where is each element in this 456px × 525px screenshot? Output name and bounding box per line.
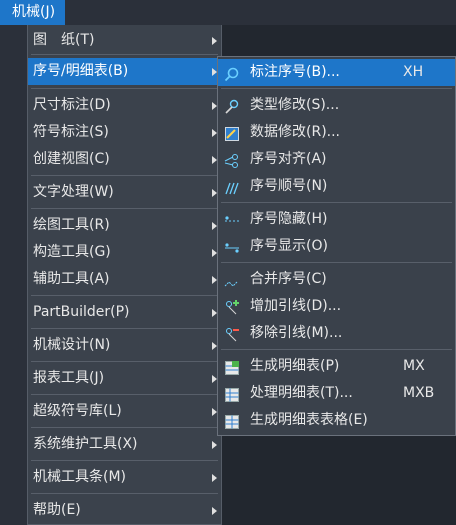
menu-item-label: 绘图工具(R) <box>33 217 110 233</box>
menu-item-mech-design[interactable]: 机械设计(N) <box>28 332 221 359</box>
menu-separator <box>31 427 218 428</box>
shortcut-label: MX <box>403 358 425 374</box>
menu-item-label: 图 纸(T) <box>33 32 95 48</box>
menu-item-label: 报表工具(J) <box>33 370 105 386</box>
submenu-item-label: 生成明细表表格(E) <box>250 412 368 428</box>
data-edit-icon <box>224 125 240 141</box>
submenu-arrow-icon <box>212 474 217 482</box>
menu-item-label: 符号标注(S) <box>33 124 109 140</box>
menu-separator <box>31 175 218 176</box>
menu-item-report-tools[interactable]: 报表工具(J) <box>28 365 221 392</box>
menu-separator <box>221 202 452 203</box>
submenu-item-balloon-hide[interactable]: 序号隐藏(H) <box>218 206 455 233</box>
submenu-item-label: 序号顺号(N) <box>250 178 328 194</box>
submenu-item-balloon-type-edit[interactable]: 类型修改(S)... <box>218 92 455 119</box>
left-backdrop <box>0 25 27 525</box>
menu-separator <box>31 208 218 209</box>
create-bom-icon <box>224 359 240 375</box>
menu-item-draw-tools[interactable]: 绘图工具(R) <box>28 212 221 239</box>
menubar: 机械(J) <box>0 0 456 25</box>
menu-separator <box>31 460 218 461</box>
menu-item-help[interactable]: 帮助(E) <box>28 497 221 524</box>
menu-item-create-view[interactable]: 创建视图(C) <box>28 146 221 173</box>
balloon-bom-submenu: 标注序号(B)... XH 类型修改(S)... 数据修改(R)... 序号对齐(A) 序… <box>217 56 456 436</box>
menu-item-label: 机械工具条(M) <box>33 469 127 485</box>
menu-mechanical[interactable]: 机械(J) <box>0 0 66 25</box>
menu-item-drawing[interactable]: 图 纸(T) <box>28 27 221 54</box>
submenu-item-label: 序号隐藏(H) <box>250 211 328 227</box>
balloon-merge-icon <box>224 272 240 288</box>
magnifier-balloon-icon <box>224 65 240 82</box>
shortcut-label: MXB <box>403 385 435 401</box>
balloon-show-icon <box>224 239 240 255</box>
shortcut-label: XH <box>403 64 424 80</box>
menu-item-label: 系统维护工具(X) <box>33 436 138 452</box>
menu-item-construct-tools[interactable]: 构造工具(G) <box>28 239 221 266</box>
submenu-item-create-bom[interactable]: 生成明细表(P) MX <box>218 353 455 380</box>
menu-item-label: 序号/明细表(B) <box>33 63 129 79</box>
menu-item-label: 帮助(E) <box>33 502 81 518</box>
submenu-item-label: 序号对齐(A) <box>250 151 327 167</box>
submenu-item-label: 合并序号(C) <box>250 271 327 287</box>
menu-separator <box>221 349 452 350</box>
submenu-item-label: 生成明细表(P) <box>250 358 340 374</box>
canvas-area <box>222 25 456 56</box>
menu-separator <box>221 88 452 89</box>
balloon-type-edit-icon <box>224 98 240 114</box>
submenu-item-label: 数据修改(R)... <box>250 124 341 140</box>
menu-separator <box>31 295 218 296</box>
menu-item-label: 机械设计(N) <box>33 337 111 353</box>
menu-item-system-maintenance[interactable]: 系统维护工具(X) <box>28 431 221 458</box>
menu-item-symbol[interactable]: 符号标注(S) <box>28 119 221 146</box>
menu-item-mech-toolbar[interactable]: 机械工具条(M) <box>28 464 221 491</box>
submenu-item-label: 处理明细表(T)... <box>250 385 353 401</box>
menu-item-label: 文字处理(W) <box>33 184 114 200</box>
submenu-arrow-icon <box>212 37 217 45</box>
balloon-align-icon <box>224 152 240 168</box>
menu-separator <box>31 361 218 362</box>
menu-item-text[interactable]: 文字处理(W) <box>28 179 221 206</box>
menu-item-label: 创建视图(C) <box>33 151 110 167</box>
balloon-renumber-icon <box>224 179 240 195</box>
submenu-item-label: 序号显示(O) <box>250 238 328 254</box>
menu-separator <box>31 493 218 494</box>
menu-separator <box>221 262 452 263</box>
submenu-item-label: 增加引线(D)... <box>250 298 342 314</box>
submenu-item-balloon-renumber[interactable]: 序号顺号(N) <box>218 173 455 200</box>
add-leader-icon <box>224 299 240 315</box>
submenu-item-remove-leader[interactable]: 移除引线(M)... <box>218 320 455 347</box>
submenu-item-balloon-align[interactable]: 序号对齐(A) <box>218 146 455 173</box>
mechanical-menu: 图 纸(T) 序号/明细表(B) 尺寸标注(D) 符号标注(S) 创建视图(C) 文字处理… <box>27 25 222 525</box>
menu-item-dimension[interactable]: 尺寸标注(D) <box>28 92 221 119</box>
balloon-hide-icon <box>224 212 240 228</box>
process-bom-icon <box>224 386 240 402</box>
submenu-item-add-leader[interactable]: 增加引线(D)... <box>218 293 455 320</box>
submenu-item-label: 标注序号(B)... <box>250 64 340 80</box>
menu-item-label: PartBuilder(P) <box>33 304 130 320</box>
menu-separator <box>31 394 218 395</box>
menu-item-aux-tools[interactable]: 辅助工具(A) <box>28 266 221 293</box>
menu-separator <box>31 328 218 329</box>
submenu-item-balloon-show[interactable]: 序号显示(O) <box>218 233 455 260</box>
submenu-item-data-edit[interactable]: 数据修改(R)... <box>218 119 455 146</box>
menu-item-label: 构造工具(G) <box>33 244 111 260</box>
submenu-item-label: 类型修改(S)... <box>250 97 340 113</box>
submenu-item-label: 移除引线(M)... <box>250 325 343 341</box>
remove-leader-icon <box>224 326 240 342</box>
menu-item-balloon-bom[interactable]: 序号/明细表(B) <box>28 58 221 85</box>
menu-item-partbuilder[interactable]: PartBuilder(P) <box>28 299 221 326</box>
submenu-item-balloon-merge[interactable]: 合并序号(C) <box>218 266 455 293</box>
menu-separator <box>31 54 218 55</box>
menu-item-label: 尺寸标注(D) <box>33 97 111 113</box>
menu-item-label: 超级符号库(L) <box>33 403 122 419</box>
submenu-item-process-bom[interactable]: 处理明细表(T)... MXB <box>218 380 455 407</box>
submenu-item-magnifier-balloon[interactable]: 标注序号(B)... XH <box>218 59 455 86</box>
submenu-item-bom-table[interactable]: 生成明细表表格(E) <box>218 407 455 434</box>
submenu-arrow-icon <box>212 441 217 449</box>
menu-item-label: 辅助工具(A) <box>33 271 110 287</box>
menu-separator <box>31 88 218 89</box>
submenu-arrow-icon <box>212 507 217 515</box>
bom-table-icon <box>224 413 240 429</box>
menu-item-symbol-library[interactable]: 超级符号库(L) <box>28 398 221 425</box>
